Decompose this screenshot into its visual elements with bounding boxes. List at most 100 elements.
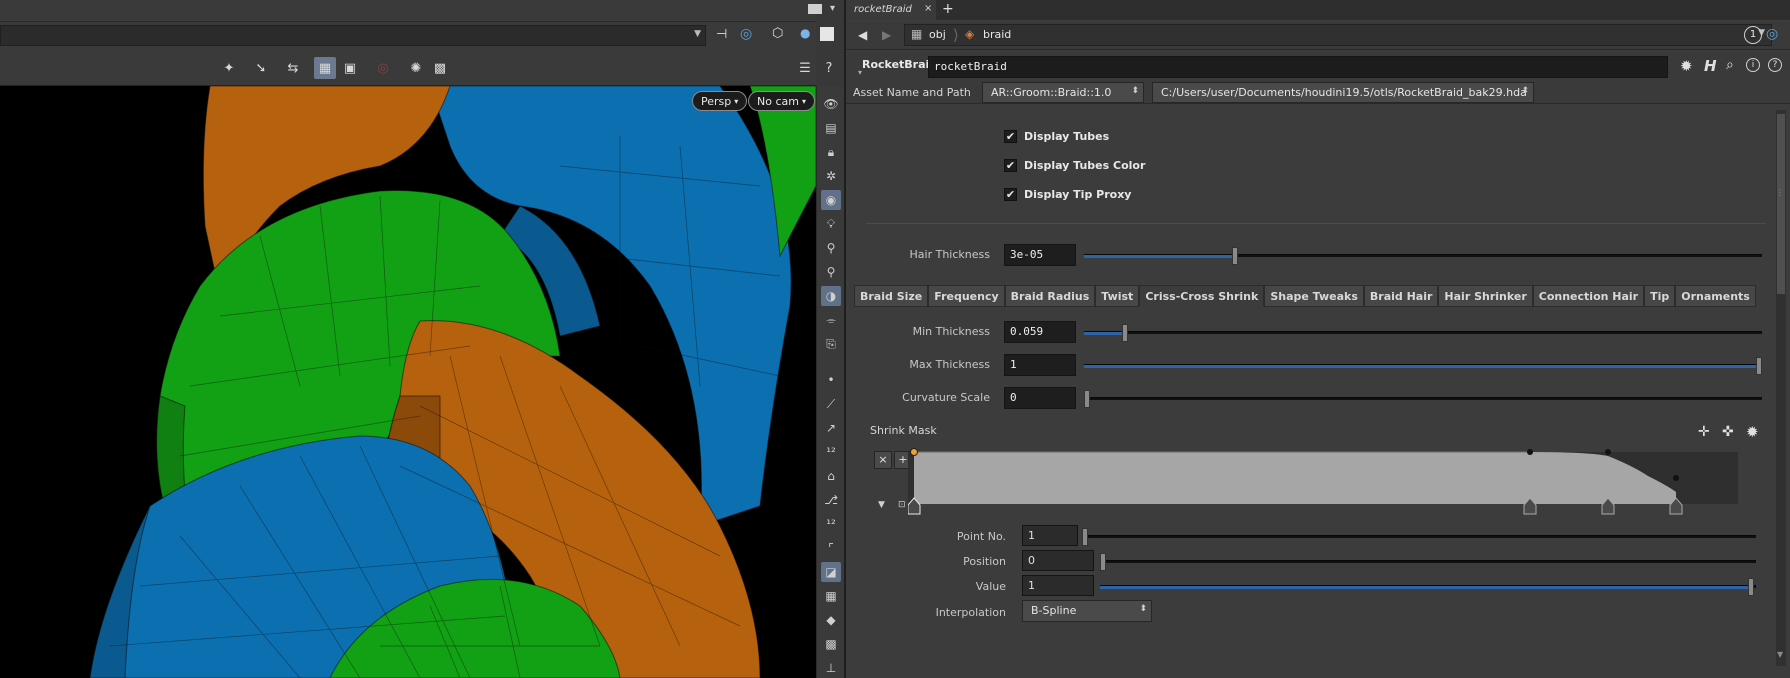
remove-point-button[interactable]: × (874, 451, 892, 469)
point-no-field[interactable]: 1 (1022, 525, 1078, 546)
camera-icon[interactable]: ⎘ (821, 334, 841, 354)
slider-handle[interactable] (1232, 247, 1238, 265)
add-tab-button[interactable]: + (942, 1, 954, 17)
expand-editor-icon[interactable]: ⊡ (898, 500, 906, 510)
tab-braid-hair[interactable]: Braid Hair (1363, 285, 1439, 307)
tab-ornaments[interactable]: Ornaments (1675, 285, 1756, 307)
value-field[interactable]: 1 (1022, 575, 1094, 596)
slider-handle[interactable] (1756, 357, 1762, 375)
network-path-bar[interactable]: ▦ obj ⟩ ◈ braid ▼ (904, 24, 1772, 46)
asset-path-menu[interactable]: C:/Users/user/Documents/houdini19.5/otls… (1152, 82, 1534, 103)
display-options-icon[interactable]: ☰ (794, 57, 816, 79)
link-icon[interactable]: ◎ (1766, 26, 1778, 42)
pin-icon[interactable]: ⊣ (716, 27, 727, 42)
viewer-path-field[interactable]: ▼ (0, 25, 706, 46)
gear-icon[interactable]: ✹ (1680, 57, 1693, 75)
record-icon[interactable]: ◎ (372, 57, 394, 79)
prim-number-icon[interactable]: ¹² (821, 514, 841, 534)
tab-criss-cross-shrink[interactable]: Criss-Cross Shrink (1139, 285, 1265, 307)
cube-icon[interactable]: ⬡ (772, 26, 783, 41)
slider-handle[interactable] (1084, 390, 1090, 408)
ramp-gear-icon[interactable]: ✹ (1746, 423, 1759, 441)
slider-handle[interactable] (1748, 578, 1754, 596)
tab-rocketbraid[interactable]: rocketBraid × (846, 0, 936, 20)
max-thickness-field[interactable]: 1 (1004, 354, 1076, 376)
slider-handle[interactable] (1082, 528, 1088, 546)
tab-shape-tweaks[interactable]: Shape Tweaks (1264, 285, 1364, 307)
asset-name-menu[interactable]: AR::Groom::Braid::1.0 ⬍ (982, 82, 1144, 103)
snap-icon[interactable]: ✲ (821, 166, 841, 186)
edge-icon[interactable]: ⟋ (821, 394, 841, 414)
display-tip-proxy-checkbox[interactable]: ✔ (1004, 188, 1017, 201)
tab-twist[interactable]: Twist (1095, 285, 1140, 307)
link-icon[interactable]: ◎ (740, 26, 752, 42)
ghost-icon[interactable]: ◉ (821, 190, 841, 210)
layers-icon[interactable]: ▤ (821, 118, 841, 138)
pin-link-button[interactable]: 1 (1744, 26, 1762, 44)
node-name-field[interactable]: rocketBraid (928, 56, 1668, 78)
lock-icon[interactable]: 🔒︎ (821, 142, 841, 162)
display-tubes-color-checkbox[interactable]: ✔ (1004, 159, 1017, 172)
forward-arrow-icon[interactable]: ▶ (882, 28, 891, 42)
curvature-scale-field[interactable]: 0 (1004, 387, 1076, 409)
search-icon[interactable]: ⌕ (1726, 57, 1734, 73)
parameter-scrollbar[interactable]: ⋮ ▼ (1776, 110, 1786, 666)
tab-tip[interactable]: Tip (1644, 285, 1676, 307)
curvature-scale-slider[interactable] (1084, 390, 1762, 408)
scrollbar-thumb[interactable] (1777, 114, 1785, 294)
chevron-down-icon[interactable]: ▼ (694, 29, 701, 39)
back-arrow-icon[interactable]: ◀ (858, 28, 867, 42)
pane-menu-icon[interactable]: ▾ (830, 3, 835, 14)
point-no-slider[interactable] (1082, 528, 1756, 546)
tab-braid-radius[interactable]: Braid Radius (1004, 285, 1096, 307)
houdini-help-icon[interactable]: H (1704, 57, 1717, 75)
normal-icon[interactable]: ↗ (821, 418, 841, 438)
collapse-triangle-icon[interactable]: ▼ (878, 500, 885, 510)
slider-handle[interactable] (1100, 553, 1106, 571)
tab-frequency[interactable]: Frequency (928, 285, 1005, 307)
help-icon[interactable]: ? (818, 57, 840, 79)
display-wire-icon[interactable]: ⌯ (821, 310, 841, 330)
transform-icon[interactable]: ⇆ (282, 57, 304, 79)
window-icon[interactable] (820, 27, 834, 41)
camera-menu[interactable]: No cam ▾ (748, 91, 815, 111)
ramp-key-selected[interactable] (910, 448, 918, 456)
tab-connection-hair[interactable]: Connection Hair (1532, 285, 1645, 307)
ramp-key[interactable] (1605, 449, 1611, 455)
ramp-key[interactable] (1673, 475, 1679, 481)
handle-icon[interactable]: ✺ (405, 57, 427, 79)
tab-hair-shrinker[interactable]: Hair Shrinker (1438, 285, 1533, 307)
path-obj[interactable]: obj (929, 28, 946, 41)
eye-visibility-icon[interactable]: 👁︎ (821, 94, 841, 114)
position-slider[interactable] (1100, 553, 1756, 571)
persp-view-menu[interactable]: Persp ▾ (692, 91, 748, 111)
interpolation-menu[interactable]: B-Spline ⬍ (1022, 600, 1152, 622)
point-icon[interactable]: • (821, 370, 841, 390)
shading-icon[interactable]: ◑ (821, 286, 841, 306)
axis-icon[interactable]: ⊥ (821, 658, 841, 678)
bulb-icon[interactable]: ⚲ (821, 238, 841, 258)
headlight-icon[interactable]: ⚲ (821, 262, 841, 282)
settings-box-icon[interactable]: ▩ (429, 57, 451, 79)
help-icon[interactable]: ? (1768, 58, 1782, 72)
checker-icon[interactable]: ▦ (821, 586, 841, 606)
sphere-icon[interactable]: ● (800, 26, 810, 40)
scroll-down-icon[interactable]: ▼ (1777, 650, 1783, 659)
diamond-icon[interactable]: ◆ (821, 610, 841, 630)
camera-link-icon[interactable]: ▣ (339, 57, 361, 79)
shrink-mask-ramp-graph[interactable] (908, 444, 1790, 516)
value-slider[interactable] (1100, 578, 1756, 596)
3d-viewport[interactable]: Persp ▾ No cam ▾ (0, 86, 816, 678)
close-icon[interactable]: × (924, 3, 932, 14)
grid-view-icon[interactable]: ◪ (821, 562, 841, 582)
min-thickness-field[interactable]: 0.059 (1004, 321, 1076, 343)
min-thickness-slider[interactable] (1084, 324, 1762, 342)
prim-icon[interactable]: ⌂ (821, 466, 841, 486)
move-point-icon[interactable]: ✜ (1722, 424, 1734, 440)
node-menu-icon[interactable]: ▾ (858, 68, 862, 77)
max-thickness-slider[interactable] (1084, 357, 1762, 375)
select-arrow-icon[interactable]: ➘ (250, 57, 272, 79)
tab-braid-size[interactable]: Braid Size (854, 285, 929, 307)
snap-grid-icon[interactable]: ▦ (314, 57, 336, 79)
ramp-key[interactable] (1527, 449, 1533, 455)
